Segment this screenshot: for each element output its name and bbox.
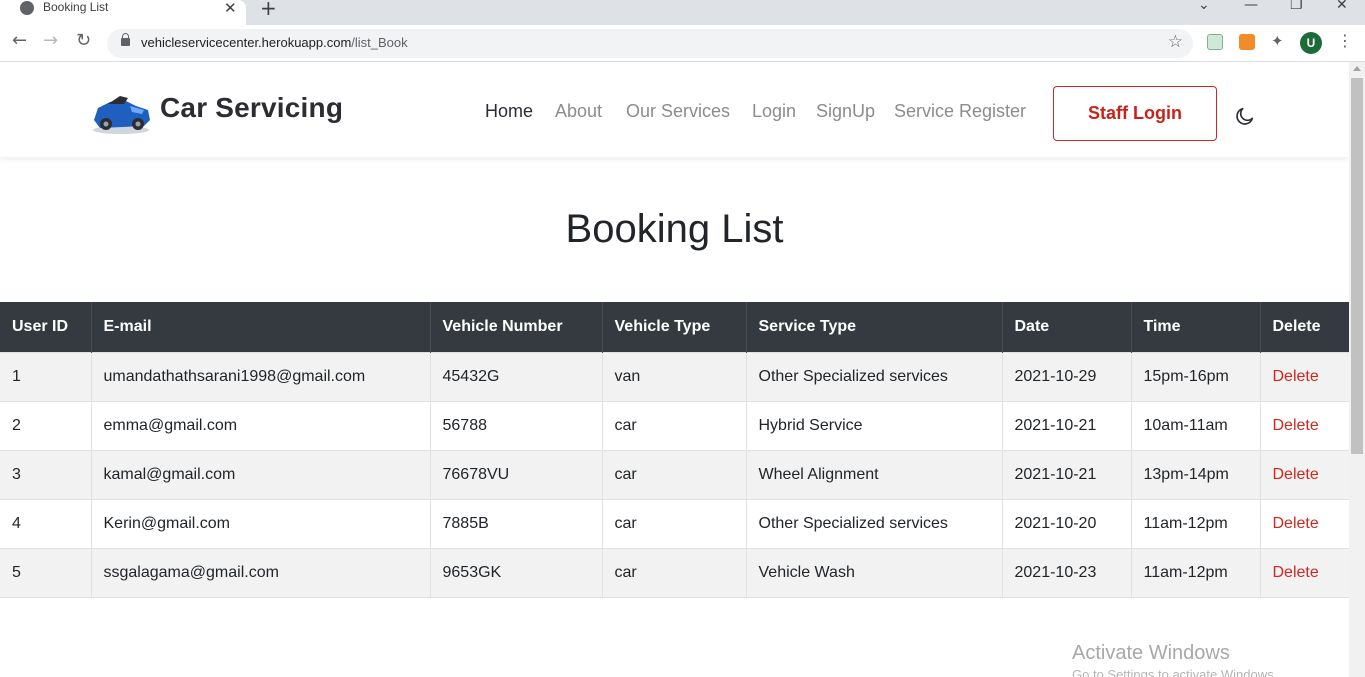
- col-header: Vehicle Number: [430, 302, 603, 352]
- cell-email: Kerin@gmail.com: [91, 498, 431, 548]
- cell-service-type: Wheel Alignment: [746, 449, 1003, 499]
- scroll-up-arrow-icon[interactable]: [1353, 66, 1361, 71]
- cell-vehicle-number: 56788: [430, 400, 603, 450]
- scrollbar-thumb[interactable]: [1351, 78, 1363, 454]
- cell-vehicle-type: car: [602, 449, 747, 499]
- delete-link[interactable]: Delete: [1273, 417, 1319, 434]
- col-header: User ID: [0, 302, 92, 352]
- cell-email: ssgalagama@gmail.com: [91, 547, 431, 598]
- nav-login[interactable]: Login: [752, 101, 796, 122]
- extension-clip-icon[interactable]: [1207, 34, 1223, 50]
- site-header: Car Servicing Home About Our Services Lo…: [0, 62, 1349, 157]
- cell-time: 13pm-14pm: [1131, 449, 1261, 499]
- cell-email: emma@gmail.com: [91, 400, 431, 450]
- cell-service-type: Hybrid Service: [746, 400, 1003, 450]
- cell-user-id: 4: [0, 498, 92, 548]
- table-row: 4 Kerin@gmail.com 7885B car Other Specia…: [0, 498, 1349, 548]
- cell-vehicle-number: 7885B: [430, 498, 603, 548]
- table-row: 1 umandathathsarani1998@gmail.com 45432G…: [0, 351, 1349, 401]
- restore-button[interactable]: ❐: [1290, 0, 1303, 13]
- cell-email: umandathathsarani1998@gmail.com: [91, 351, 431, 401]
- tab-title: Booking List: [43, 0, 109, 14]
- nav-signup[interactable]: SignUp: [816, 101, 875, 122]
- close-tab-icon[interactable]: ✕: [224, 0, 237, 17]
- delete-link[interactable]: Delete: [1273, 564, 1319, 581]
- activate-windows-title: Activate Windows: [1072, 642, 1230, 664]
- table-row: 5 ssgalagama@gmail.com 9653GK car Vehicl…: [0, 547, 1349, 598]
- new-tab-button[interactable]: +: [260, 0, 277, 20]
- cell-service-type: Other Specialized services: [746, 351, 1003, 401]
- cell-vehicle-number: 45432G: [430, 351, 603, 401]
- col-header: E-mail: [91, 302, 431, 352]
- lock-icon: [121, 33, 130, 46]
- url-host: vehicleservicecenter.herokuapp.com: [141, 35, 352, 50]
- booking-table: User ID E-mail Vehicle Number Vehicle Ty…: [0, 302, 1349, 598]
- forward-button[interactable]: →: [43, 30, 58, 51]
- cell-service-type: Other Specialized services: [746, 498, 1003, 548]
- cell-date: 2021-10-21: [1002, 400, 1132, 450]
- col-header: Service Type: [746, 302, 1003, 352]
- url-text[interactable]: vehicleservicecenter.herokuapp.com/list_…: [141, 35, 408, 50]
- cell-date: 2021-10-21: [1002, 449, 1132, 499]
- cell-vehicle-number: 76678VU: [430, 449, 603, 499]
- address-bar[interactable]: vehicleservicecenter.herokuapp.com/list_…: [107, 29, 1193, 58]
- cell-vehicle-type: car: [602, 498, 747, 548]
- browser-tabstrip: Booking List ✕ + ⌄ — ❐ ✕: [0, 0, 1365, 25]
- profile-avatar[interactable]: U: [1300, 32, 1322, 54]
- activate-windows-subtitle: Go to Settings to activate Windows.: [1072, 667, 1278, 677]
- close-window-button[interactable]: ✕: [1336, 0, 1348, 13]
- moon-icon[interactable]: [1234, 105, 1256, 127]
- browser-tab[interactable]: Booking List ✕: [0, 0, 246, 25]
- extension-a-icon[interactable]: [1239, 34, 1255, 50]
- cell-service-type: Vehicle Wash: [746, 547, 1003, 598]
- nav-home[interactable]: Home: [485, 101, 533, 122]
- page-content: Car Servicing Home About Our Services Lo…: [0, 62, 1349, 677]
- browser-toolbar: ← → ↻ vehicleservicecenter.herokuapp.com…: [0, 25, 1365, 62]
- cell-user-id: 2: [0, 400, 92, 450]
- cell-vehicle-number: 9653GK: [430, 547, 603, 598]
- cell-user-id: 1: [0, 351, 92, 401]
- table-row: 2 emma@gmail.com 56788 car Hybrid Servic…: [0, 400, 1349, 450]
- cell-date: 2021-10-29: [1002, 351, 1132, 401]
- cell-time: 15pm-16pm: [1131, 351, 1261, 401]
- cell-date: 2021-10-20: [1002, 498, 1132, 548]
- col-header: Delete: [1260, 302, 1349, 352]
- table-header-row: User ID E-mail Vehicle Number Vehicle Ty…: [0, 302, 1349, 352]
- globe-icon: [20, 1, 34, 15]
- staff-login-button[interactable]: Staff Login: [1053, 86, 1217, 141]
- cell-user-id: 5: [0, 547, 92, 598]
- cell-user-id: 3: [0, 449, 92, 499]
- col-header: Time: [1131, 302, 1261, 352]
- cell-vehicle-type: car: [602, 400, 747, 450]
- delete-link[interactable]: Delete: [1273, 368, 1319, 385]
- nav-our-services[interactable]: Our Services: [626, 101, 730, 122]
- cell-date: 2021-10-23: [1002, 547, 1132, 598]
- delete-link[interactable]: Delete: [1273, 466, 1319, 483]
- page-scrollbar[interactable]: [1349, 62, 1365, 677]
- extensions-puzzle-icon[interactable]: ✦: [1271, 32, 1287, 50]
- tab-search-icon[interactable]: ⌄: [1198, 0, 1210, 13]
- car-logo-icon[interactable]: [90, 86, 152, 138]
- nav-service-register[interactable]: Service Register: [894, 101, 1026, 122]
- cell-time: 11am-12pm: [1131, 498, 1261, 548]
- minimize-button[interactable]: —: [1244, 0, 1258, 13]
- cell-time: 11am-12pm: [1131, 547, 1261, 598]
- col-header: Date: [1002, 302, 1132, 352]
- delete-link[interactable]: Delete: [1273, 515, 1319, 532]
- table-row: 3 kamal@gmail.com 76678VU car Wheel Alig…: [0, 449, 1349, 499]
- cell-time: 10am-11am: [1131, 400, 1261, 450]
- back-button[interactable]: ←: [12, 30, 27, 51]
- url-path: /list_Book: [351, 35, 408, 50]
- cell-vehicle-type: car: [602, 547, 747, 598]
- page-title: Booking List: [565, 207, 784, 251]
- col-header: Vehicle Type: [602, 302, 747, 352]
- reload-button[interactable]: ↻: [76, 30, 91, 51]
- bookmark-star-icon[interactable]: ☆: [1168, 32, 1183, 52]
- brand-name[interactable]: Car Servicing: [160, 92, 343, 124]
- cell-email: kamal@gmail.com: [91, 449, 431, 499]
- cell-vehicle-type: van: [602, 351, 747, 401]
- nav-about[interactable]: About: [555, 101, 602, 122]
- browser-menu-icon[interactable]: ⋮: [1337, 31, 1353, 50]
